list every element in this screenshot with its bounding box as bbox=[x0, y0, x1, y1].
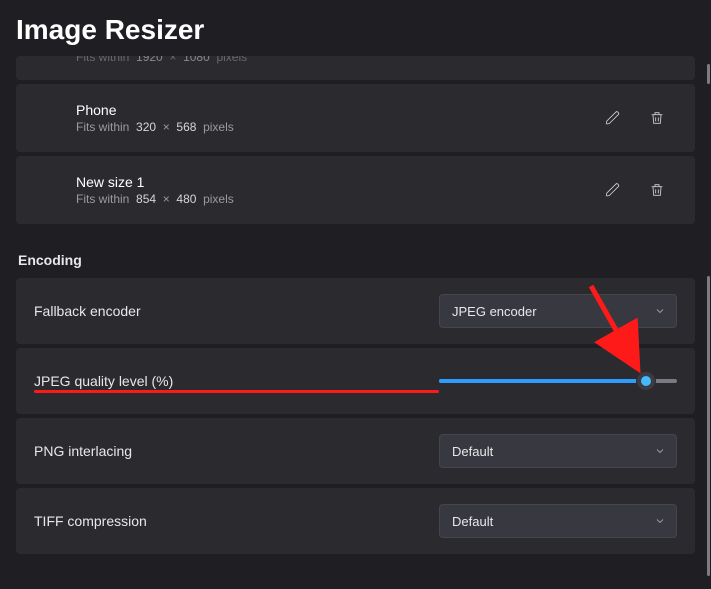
scrollbar[interactable] bbox=[707, 64, 710, 584]
pencil-icon bbox=[605, 110, 621, 126]
preset-dimensions: Fits within 854 × 480 pixels bbox=[76, 192, 587, 206]
select-value: JPEG encoder bbox=[452, 304, 537, 319]
preset-dimensions: Fits within 1920 × 1080 pixels bbox=[76, 56, 675, 64]
scrollbar-thumb[interactable] bbox=[707, 276, 710, 576]
annotation-underline bbox=[34, 390, 439, 393]
slider-thumb[interactable] bbox=[637, 372, 655, 390]
chevron-down-icon bbox=[654, 445, 666, 457]
preset-row[interactable]: Fits within 1920 × 1080 pixels bbox=[16, 56, 695, 80]
delete-button[interactable] bbox=[639, 100, 675, 136]
row-fallback-encoder: Fallback encoder JPEG encoder bbox=[16, 278, 695, 344]
preset-row[interactable]: Phone Fits within 320 × 568 pixels bbox=[16, 84, 695, 152]
preset-info: New size 1 Fits within 854 × 480 pixels bbox=[76, 174, 587, 206]
edit-button[interactable] bbox=[595, 172, 631, 208]
jpeg-quality-slider[interactable] bbox=[439, 371, 677, 391]
row-jpeg-quality: JPEG quality level (%) bbox=[16, 348, 695, 414]
delete-button[interactable] bbox=[639, 172, 675, 208]
preset-info: Phone Fits within 320 × 568 pixels bbox=[76, 102, 587, 134]
app-header: Image Resizer bbox=[0, 0, 711, 56]
page-title: Image Resizer bbox=[16, 14, 695, 46]
select-value: Default bbox=[452, 444, 493, 459]
fallback-encoder-select[interactable]: JPEG encoder bbox=[439, 294, 677, 328]
scrollbar-thumb[interactable] bbox=[707, 64, 710, 84]
chevron-down-icon bbox=[654, 305, 666, 317]
preset-row[interactable]: New size 1 Fits within 854 × 480 pixels bbox=[16, 156, 695, 224]
png-interlacing-select[interactable]: Default bbox=[439, 434, 677, 468]
preset-name: New size 1 bbox=[76, 174, 587, 190]
trash-icon bbox=[649, 182, 665, 198]
section-title-encoding: Encoding bbox=[18, 252, 695, 268]
content-area: Fits within 1920 × 1080 pixels Phone Fit… bbox=[0, 56, 711, 589]
preset-dimensions: Fits within 320 × 568 pixels bbox=[76, 120, 587, 134]
row-label: PNG interlacing bbox=[34, 443, 439, 459]
row-label: TIFF compression bbox=[34, 513, 439, 529]
row-tiff-compression: TIFF compression Default bbox=[16, 488, 695, 554]
preset-info: Fits within 1920 × 1080 pixels bbox=[76, 56, 675, 68]
slider-fill bbox=[439, 379, 646, 383]
edit-button[interactable] bbox=[595, 100, 631, 136]
trash-icon bbox=[649, 110, 665, 126]
pencil-icon bbox=[605, 182, 621, 198]
chevron-down-icon bbox=[654, 515, 666, 527]
tiff-compression-select[interactable]: Default bbox=[439, 504, 677, 538]
select-value: Default bbox=[452, 514, 493, 529]
row-label: JPEG quality level (%) bbox=[34, 373, 439, 389]
row-png-interlacing: PNG interlacing Default bbox=[16, 418, 695, 484]
preset-name: Phone bbox=[76, 102, 587, 118]
row-label: Fallback encoder bbox=[34, 303, 439, 319]
